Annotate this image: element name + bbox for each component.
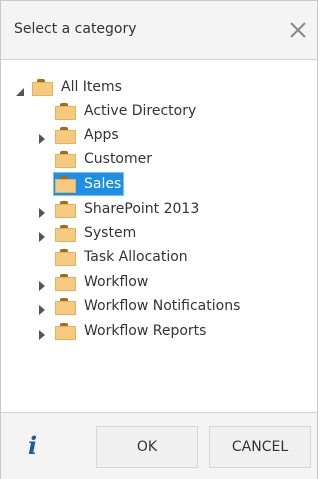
tree-item-all-items[interactable]: All Items [32, 76, 124, 98]
dialog-title: Select a category [14, 21, 137, 37]
category-dialog: Select a category All Items Active Direc… [0, 0, 318, 479]
folder-icon [55, 297, 76, 315]
expand-arrow-icon[interactable] [37, 325, 47, 340]
dialog-footer: i OK CANCEL [1, 412, 317, 479]
dialog-header: Select a category [1, 1, 317, 60]
tree-item-label: Customer [84, 151, 153, 167]
ok-button[interactable]: OK [96, 426, 198, 468]
expand-arrow-icon[interactable] [37, 203, 47, 218]
folder-icon [55, 248, 76, 266]
tree-item-workflow-reports[interactable]: Workflow Reports [55, 320, 208, 342]
folder-icon [32, 78, 53, 96]
tree-item-system[interactable]: System [55, 222, 138, 244]
tree-item-sales[interactable]: Sales [53, 172, 125, 196]
tree-item-label: SharePoint 2013 [84, 201, 200, 217]
tree-item-label: Sales [84, 176, 122, 192]
folder-icon [55, 224, 76, 242]
tree-item-sharepoint-2013[interactable]: SharePoint 2013 [55, 198, 201, 220]
tree-item-label: Task Allocation [84, 249, 188, 265]
tree-item-task-allocation[interactable]: Task Allocation [55, 246, 190, 268]
cancel-button[interactable]: CANCEL [209, 426, 311, 468]
tree-item-workflow[interactable]: Workflow [55, 271, 150, 293]
info-icon[interactable]: i [28, 433, 46, 459]
expand-arrow-icon[interactable] [37, 227, 47, 242]
tree-item-apps[interactable]: Apps [55, 124, 121, 146]
folder-icon [55, 102, 76, 120]
folder-icon [55, 273, 76, 291]
folder-icon [55, 126, 76, 144]
expand-arrow-icon[interactable] [37, 276, 47, 291]
tree-item-workflow-notifications[interactable]: Workflow Notifications [55, 295, 242, 317]
folder-icon [55, 200, 76, 218]
expand-arrow-icon[interactable] [37, 300, 47, 315]
tree-item-label: All Items [61, 79, 122, 95]
tree-item-label: Active Directory [84, 103, 197, 119]
collapse-arrow-icon[interactable] [15, 82, 25, 96]
tree-item-label: Workflow Reports [84, 323, 207, 339]
expand-arrow-icon[interactable] [37, 129, 47, 144]
category-tree: All Items Active Directory Apps Customer… [1, 60, 317, 412]
folder-icon [55, 322, 76, 340]
tree-item-customer[interactable]: Customer [55, 148, 154, 170]
folder-icon [55, 175, 76, 193]
close-icon[interactable] [288, 20, 308, 40]
tree-item-label: Workflow Notifications [84, 298, 241, 314]
tree-item-active-directory[interactable]: Active Directory [55, 100, 198, 122]
tree-item-label: Workflow [84, 274, 149, 290]
folder-icon [55, 150, 76, 168]
tree-item-label: Apps [84, 127, 119, 143]
tree-item-label: System [84, 225, 137, 241]
